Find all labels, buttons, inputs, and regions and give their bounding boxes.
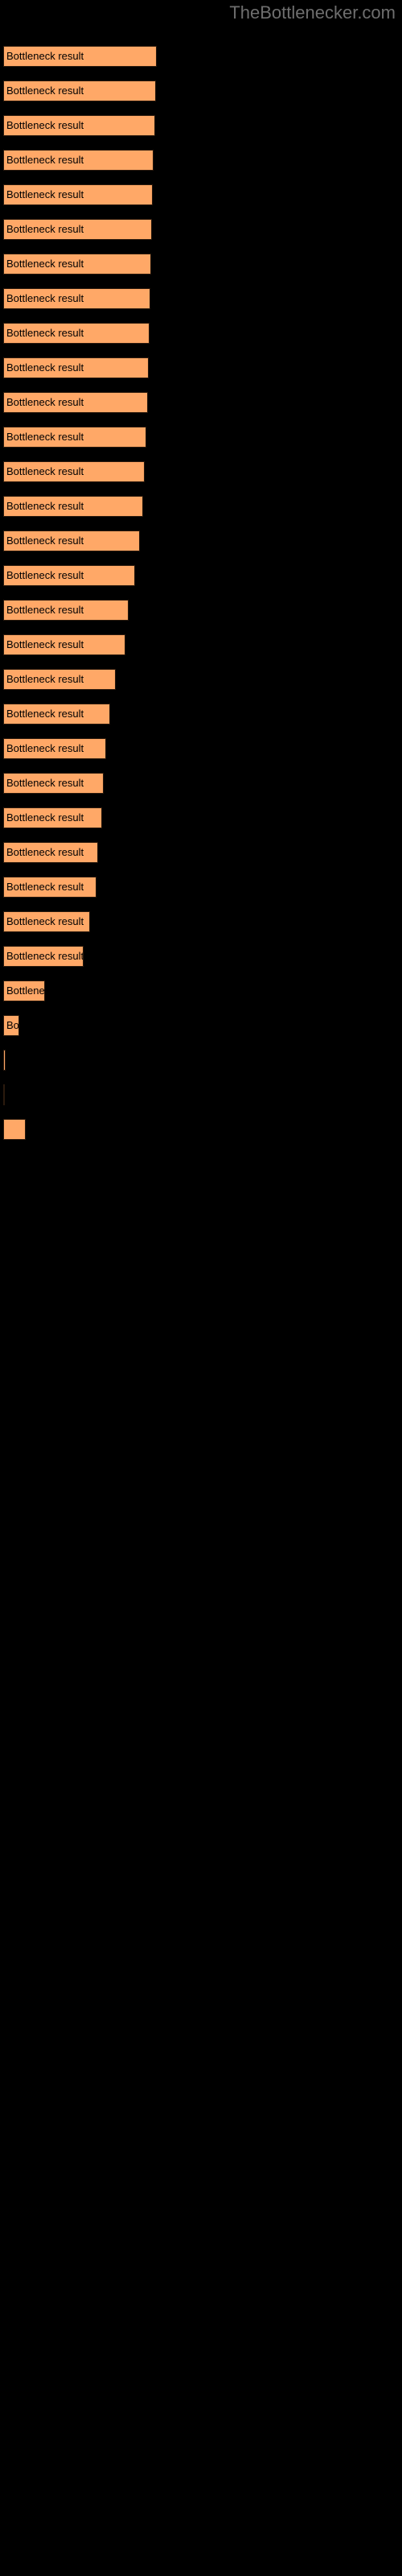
bar-row bbox=[3, 1084, 5, 1105]
bar: Bottleneck result bbox=[3, 980, 45, 1001]
bar-row: Bottleneck result bbox=[3, 669, 116, 690]
bar-label: Bottleneck result bbox=[6, 465, 84, 477]
bar-row: Bottleneck result bbox=[3, 1050, 6, 1071]
bar-label: Bottleneck result bbox=[6, 742, 84, 754]
bar: Bottleneck result bbox=[3, 704, 110, 724]
bar-row: Bottleneck result bbox=[3, 254, 151, 275]
bar-row: Bottleneck result bbox=[3, 634, 125, 655]
bar-row: Bottleneck result bbox=[3, 392, 148, 413]
bar-row: Bottleneck result bbox=[3, 184, 153, 205]
bar bbox=[3, 1119, 26, 1140]
bar-label: Bottleneck result bbox=[6, 881, 84, 893]
bar: Bottleneck result bbox=[3, 1015, 19, 1036]
bar-row: Bottleneck result bbox=[3, 80, 156, 101]
bar: Bottleneck result bbox=[3, 842, 98, 863]
bar-row: Bottleneck result bbox=[3, 150, 154, 171]
bar-label: Bottleneck result bbox=[6, 119, 84, 131]
bar-row: Bottleneck result bbox=[3, 357, 149, 378]
bar-label: Bottleneck result bbox=[6, 638, 84, 650]
bar-row: Bottleneck result bbox=[3, 807, 102, 828]
bar: Bottleneck result bbox=[3, 427, 146, 448]
bar-row: Bottleneck result bbox=[3, 288, 150, 309]
bar-label: Bottleneck result bbox=[6, 950, 84, 962]
bar: Bottleneck result bbox=[3, 184, 153, 205]
bar-label: Bottleneck result bbox=[6, 223, 84, 235]
bar-label: Bottleneck result bbox=[6, 327, 84, 339]
bar-chart-plot: TheBottlenecker.com Bottleneck result Bot… bbox=[0, 0, 402, 2576]
bar-label: Bottleneck result bbox=[6, 985, 45, 997]
bar-label: Bottleneck result bbox=[6, 292, 84, 304]
bar-row: Bottleneck result bbox=[3, 911, 90, 932]
bar: Bottleneck result bbox=[3, 357, 149, 378]
bar-row: Bottleneck result bbox=[3, 219, 152, 240]
bar-row: Bottleneck result bbox=[3, 530, 140, 551]
bar-label: Bottleneck result bbox=[6, 1019, 19, 1031]
bar: Bottleneck result bbox=[3, 911, 90, 932]
bar: Bottleneck result bbox=[3, 738, 106, 759]
bar: Bottleneck result bbox=[3, 46, 157, 67]
bar-label: Bottleneck result bbox=[6, 188, 84, 200]
bar-label: Bottleneck result bbox=[6, 85, 84, 97]
bar: Bottleneck result bbox=[3, 115, 155, 136]
bar-row: Bottleneck result bbox=[3, 115, 155, 136]
bar: Bottleneck result bbox=[3, 807, 102, 828]
bar bbox=[3, 1084, 5, 1105]
bar-row bbox=[3, 1119, 26, 1140]
bar-label: Bottleneck result bbox=[6, 396, 84, 408]
bar-row: Bottleneck result bbox=[3, 323, 150, 344]
bar-row: Bottleneck result bbox=[3, 704, 110, 724]
bar-label: Bottleneck result bbox=[6, 431, 84, 443]
bar-row: Bottleneck result bbox=[3, 842, 98, 863]
bar: Bottleneck result bbox=[3, 600, 129, 621]
bar: Bottleneck result bbox=[3, 634, 125, 655]
bar-label: Bottleneck result bbox=[6, 258, 84, 270]
bar-row: Bottleneck result bbox=[3, 946, 84, 967]
bar: Bottleneck result bbox=[3, 219, 152, 240]
bar-row: Bottleneck result bbox=[3, 46, 157, 67]
bar-label: Bottleneck result bbox=[6, 50, 84, 62]
bar: Bottleneck result bbox=[3, 877, 96, 898]
bar-row: Bottleneck result bbox=[3, 427, 146, 448]
bar-row: Bottleneck result bbox=[3, 461, 145, 482]
bar: Bottleneck result bbox=[3, 669, 116, 690]
bar: Bottleneck result bbox=[3, 323, 150, 344]
bar: Bottleneck result bbox=[3, 530, 140, 551]
bar-label: Bottleneck result bbox=[6, 154, 84, 166]
bar-label: Bottleneck result bbox=[6, 604, 84, 616]
bar-label: Bottleneck result bbox=[6, 535, 84, 547]
bar-row: Bottleneck result bbox=[3, 565, 135, 586]
bar-label: Bottleneck result bbox=[6, 361, 84, 374]
bar-label: Bottleneck result bbox=[6, 708, 84, 720]
bar-row: Bottleneck result bbox=[3, 980, 45, 1001]
bar: Bottleneck result bbox=[3, 150, 154, 171]
bar: Bottleneck result bbox=[3, 496, 143, 517]
bar: Bottleneck result bbox=[3, 461, 145, 482]
bar-row: Bottleneck result bbox=[3, 773, 104, 794]
bar-label: Bottleneck result bbox=[6, 673, 84, 685]
bar: Bottleneck result bbox=[3, 392, 148, 413]
bar: Bottleneck result bbox=[3, 254, 151, 275]
bar: Bottleneck result bbox=[3, 1050, 6, 1071]
bar: Bottleneck result bbox=[3, 946, 84, 967]
bar-row: Bottleneck result bbox=[3, 1015, 19, 1036]
bar-row: Bottleneck result bbox=[3, 496, 143, 517]
bar-row: Bottleneck result bbox=[3, 877, 96, 898]
bar: Bottleneck result bbox=[3, 565, 135, 586]
bar-label: Bottleneck result bbox=[6, 915, 84, 927]
bar-row: Bottleneck result bbox=[3, 738, 106, 759]
bar-label: Bottleneck result bbox=[6, 777, 84, 789]
bar: Bottleneck result bbox=[3, 773, 104, 794]
bar-row: Bottleneck result bbox=[3, 600, 129, 621]
bar-label: Bottleneck result bbox=[6, 846, 84, 858]
site-watermark: TheBottlenecker.com bbox=[229, 2, 396, 23]
bar: Bottleneck result bbox=[3, 288, 150, 309]
bar: Bottleneck result bbox=[3, 80, 156, 101]
bar-label: Bottleneck result bbox=[6, 569, 84, 581]
bar-label: Bottleneck result bbox=[6, 811, 84, 824]
bar-label: Bottleneck result bbox=[6, 500, 84, 512]
